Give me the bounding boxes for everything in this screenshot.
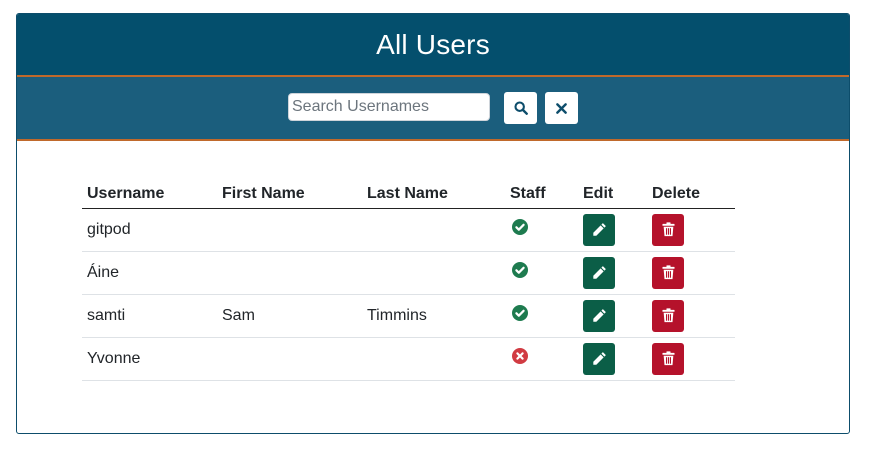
users-table: Username First Name Last Name Staff Edit… <box>82 180 735 381</box>
delete-cell <box>647 251 735 295</box>
header-delete: Delete <box>647 180 735 209</box>
header-last-name: Last Name <box>362 180 505 209</box>
edit-button[interactable] <box>583 299 615 332</box>
trash-icon <box>661 222 675 237</box>
last-name-cell <box>362 337 505 381</box>
pencil-icon <box>592 352 606 365</box>
pencil-icon <box>592 309 606 322</box>
edit-cell <box>578 251 647 295</box>
first-name-cell: Sam <box>217 294 362 338</box>
first-name-cell <box>217 337 362 381</box>
first-name-cell <box>217 208 362 252</box>
edit-cell <box>578 337 647 381</box>
header-first-name: First Name <box>217 180 362 209</box>
delete-cell <box>647 337 735 381</box>
x-circle-icon <box>512 348 528 364</box>
trash-icon <box>661 351 675 366</box>
edit-button[interactable] <box>583 213 615 246</box>
table-row: Áine <box>82 251 735 295</box>
search-button[interactable] <box>504 92 537 124</box>
table-row: gitpod <box>82 208 735 252</box>
last-name-cell: Timmins <box>362 294 505 338</box>
header-username: Username <box>82 180 217 209</box>
table-header-row: Username First Name Last Name Staff Edit… <box>82 180 735 209</box>
delete-button[interactable] <box>652 213 684 246</box>
header-staff: Staff <box>505 180 578 209</box>
username-cell: samti <box>82 294 217 338</box>
username-cell: Yvonne <box>82 337 217 381</box>
edit-button[interactable] <box>583 256 615 289</box>
last-name-cell <box>362 251 505 295</box>
edit-button[interactable] <box>583 342 615 375</box>
search-bar <box>17 77 849 141</box>
staff-cell <box>505 208 578 252</box>
last-name-cell <box>362 208 505 252</box>
close-icon <box>556 102 567 114</box>
staff-cell <box>505 337 578 381</box>
trash-icon <box>661 265 675 280</box>
pencil-icon <box>592 223 606 236</box>
search-icon <box>513 101 528 115</box>
check-circle-icon <box>512 305 528 321</box>
username-cell: Áine <box>82 251 217 295</box>
edit-cell <box>578 208 647 252</box>
staff-cell <box>505 251 578 295</box>
delete-button[interactable] <box>652 256 684 289</box>
header-edit: Edit <box>578 180 647 209</box>
check-circle-icon <box>512 262 528 278</box>
first-name-cell <box>217 251 362 295</box>
check-circle-icon <box>512 219 528 235</box>
table-row: samti Sam Timmins <box>82 294 735 338</box>
table-row: Yvonne <box>82 337 735 381</box>
pencil-icon <box>592 266 606 279</box>
clear-search-button[interactable] <box>545 92 578 124</box>
delete-button[interactable] <box>652 342 684 375</box>
page-header: All Users <box>17 14 849 77</box>
trash-icon <box>661 308 675 323</box>
delete-button[interactable] <box>652 299 684 332</box>
edit-cell <box>578 294 647 338</box>
page-title: All Users <box>376 28 490 60</box>
delete-cell <box>647 294 735 338</box>
staff-cell <box>505 294 578 338</box>
search-input[interactable] <box>288 93 490 121</box>
username-cell: gitpod <box>82 208 217 252</box>
delete-cell <box>647 208 735 252</box>
